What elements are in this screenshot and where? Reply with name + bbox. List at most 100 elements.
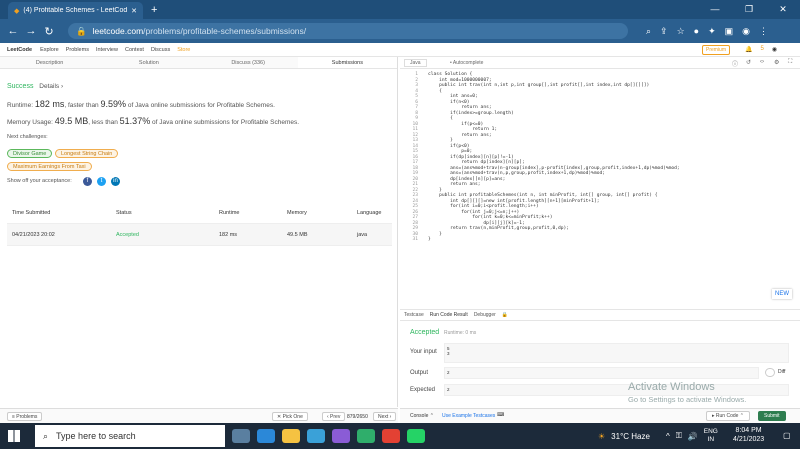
- weather-icon: ☀: [598, 431, 606, 441]
- tab-testcase[interactable]: Testcase: [404, 312, 424, 318]
- cell-status-link[interactable]: Accepted: [111, 232, 214, 238]
- nav-explore[interactable]: Explore: [40, 47, 59, 53]
- details-link[interactable]: Details ›: [39, 83, 63, 90]
- edge-icon[interactable]: [307, 429, 325, 443]
- challenge-divisor-game[interactable]: Divisor Game: [7, 149, 53, 158]
- tab-solution[interactable]: Solution: [99, 57, 198, 68]
- url-field[interactable]: 🔒 leetcode.com/problems/profitable-schem…: [68, 23, 628, 39]
- line-number: 12: [412, 132, 418, 138]
- code-line: if(n<0): [428, 99, 470, 105]
- taskbar-search-box[interactable]: ⌕ Type here to search: [35, 425, 225, 447]
- sidebar-icon[interactable]: ▣: [725, 26, 734, 37]
- premium-button[interactable]: Premium: [702, 45, 731, 55]
- challenge-max-earnings-taxi[interactable]: Maximum Earnings From Taxi: [7, 162, 92, 171]
- notification-center-icon[interactable]: ▢: [783, 431, 791, 440]
- user-avatar[interactable]: ◉: [772, 46, 777, 53]
- share-icon[interactable]: ⇪: [660, 26, 668, 37]
- info-icon[interactable]: ⓘ: [732, 59, 738, 68]
- new-tab-button[interactable]: +: [151, 4, 157, 16]
- tab-run-code-result[interactable]: Run Code Result: [430, 312, 468, 318]
- console-button[interactable]: Console ⌃: [410, 413, 434, 419]
- linkedin-icon[interactable]: in: [111, 177, 120, 186]
- network-icon[interactable]: ⚿: [676, 431, 682, 441]
- tab-debugger[interactable]: Debugger: [474, 312, 496, 318]
- zoom-icon[interactable]: ⌕: [646, 26, 651, 37]
- tray-chevron-icon[interactable]: ^: [666, 432, 670, 441]
- reload-icon[interactable]: ↻: [40, 25, 58, 38]
- col-time: Time Submitted: [12, 209, 51, 216]
- nav-interview[interactable]: Interview: [96, 47, 118, 53]
- tab-description[interactable]: Description: [0, 57, 99, 68]
- table-row[interactable]: 04/21/2023 20:02 Accepted 182 ms 49.5 MB…: [7, 224, 392, 246]
- taskbar-clock[interactable]: 8:04 PM 4/21/2023: [733, 426, 764, 444]
- minimize-button[interactable]: —: [698, 0, 732, 19]
- problems-button[interactable]: ≡ Problems: [7, 412, 43, 421]
- line-number: 17: [412, 160, 418, 165]
- shortcut-icon[interactable]: ⌨: [497, 412, 504, 418]
- submit-button[interactable]: Submit: [758, 411, 786, 421]
- line-number: 2: [415, 77, 418, 83]
- extension-icon[interactable]: ●: [694, 26, 699, 37]
- language-select[interactable]: Java: [404, 59, 427, 67]
- next-button[interactable]: Next ›: [373, 412, 397, 421]
- forward-icon[interactable]: →: [22, 25, 40, 37]
- line-number: 28: [412, 220, 418, 226]
- fullscreen-icon[interactable]: ⛶: [788, 59, 792, 66]
- weather-text[interactable]: 31°C Haze: [611, 432, 650, 441]
- tab-title: (4) Profitable Schemes - LeetCod: [23, 7, 128, 14]
- example-testcases-link[interactable]: Use Example Testcases: [442, 413, 495, 419]
- edge-browser-icon[interactable]: [357, 429, 375, 443]
- tab-discuss[interactable]: Discuss (336): [199, 57, 298, 68]
- reset-icon[interactable]: ↺: [746, 59, 751, 66]
- maximize-button[interactable]: ❐: [732, 0, 766, 19]
- close-tab-icon[interactable]: ✕: [131, 7, 137, 15]
- bookmark-star-icon[interactable]: ☆: [677, 26, 685, 37]
- url-path: /problems/profitable-schemes/submissions…: [143, 26, 307, 36]
- code-editor[interactable]: 1 class Solution {2 int mod=1000000007; 3 …: [400, 72, 800, 322]
- new-badge[interactable]: NEW: [772, 289, 792, 299]
- nav-contest[interactable]: Contest: [125, 47, 144, 53]
- chrome-icon[interactable]: [382, 429, 400, 443]
- windows-start-icon[interactable]: [8, 430, 20, 442]
- result-runtime: Runtime: 0 ms: [444, 330, 477, 336]
- run-code-button[interactable]: ▸ Run Code ⌃: [706, 411, 750, 421]
- mail-icon[interactable]: [257, 429, 275, 443]
- line-number: 20: [412, 176, 418, 182]
- leetcode-logo[interactable]: LeetCode: [7, 47, 32, 53]
- extensions-puzzle-icon[interactable]: ✦: [708, 26, 716, 37]
- nav-discuss[interactable]: Discuss: [151, 47, 170, 53]
- region-code: IN: [707, 436, 715, 443]
- line-number: 4: [415, 88, 418, 94]
- profile-avatar[interactable]: ◉: [742, 26, 750, 37]
- prev-button[interactable]: ‹ Prev: [322, 412, 346, 421]
- pick-one-button[interactable]: ✕ Pick One: [272, 412, 308, 421]
- code-line: if(p<0): [428, 143, 470, 149]
- whatsapp-icon[interactable]: [407, 429, 425, 443]
- code-icon[interactable]: ‹›: [760, 59, 764, 65]
- window-controls: — ❐ ✕: [698, 0, 800, 19]
- task-view-icon[interactable]: [232, 429, 250, 443]
- autocomplete-toggle[interactable]: • Autocomplete: [450, 60, 483, 66]
- app-icon[interactable]: [332, 429, 350, 443]
- notification-bell-icon[interactable]: 🔔: [745, 46, 752, 53]
- browser-tab[interactable]: ◆ (4) Profitable Schemes - LeetCod ✕: [8, 2, 143, 19]
- close-window-button[interactable]: ✕: [766, 0, 800, 19]
- menu-dots-icon[interactable]: ⋮: [759, 26, 768, 37]
- nav-problems[interactable]: Problems: [66, 47, 89, 53]
- memory-mid: , less than: [88, 119, 118, 126]
- coins-count[interactable]: 5: [760, 46, 763, 53]
- volume-icon[interactable]: 🔊: [688, 432, 698, 441]
- diff-toggle[interactable]: [765, 368, 775, 377]
- runtime-suffix: of Java online submissions for Profitabl…: [127, 102, 275, 109]
- back-icon[interactable]: ←: [4, 25, 22, 37]
- nav-store[interactable]: Store: [177, 47, 190, 53]
- code-line: int ans=0;: [428, 94, 478, 99]
- cell-runtime: 182 ms: [219, 231, 238, 238]
- challenge-longest-string-chain[interactable]: Longest String Chain: [55, 149, 119, 158]
- facebook-icon[interactable]: f: [83, 177, 92, 186]
- input-language[interactable]: ENG IN: [704, 428, 718, 444]
- settings-gear-icon[interactable]: ⚙: [774, 59, 779, 66]
- twitter-icon[interactable]: t: [97, 177, 106, 186]
- file-explorer-icon[interactable]: [282, 429, 300, 443]
- tab-submissions[interactable]: Submissions: [297, 57, 397, 68]
